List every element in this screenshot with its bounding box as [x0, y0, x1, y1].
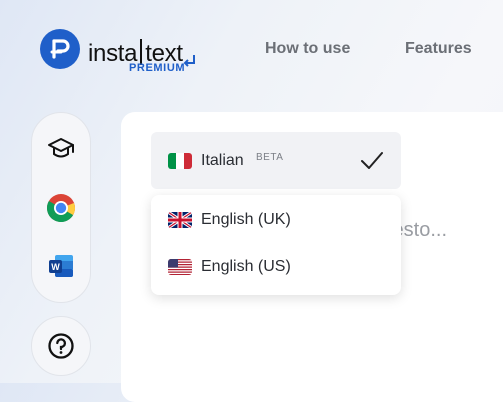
uk-flag-icon	[168, 212, 192, 228]
help-button[interactable]	[31, 316, 91, 376]
logo-tier-badge: PREMIUM	[129, 62, 186, 74]
graduation-cap-icon[interactable]	[46, 134, 76, 164]
help-icon	[48, 333, 74, 359]
selected-language-label: Italian	[201, 152, 244, 169]
nav-features[interactable]: Features	[405, 40, 472, 58]
language-option-en-uk[interactable]: English (UK)	[201, 211, 291, 229]
language-option-en-us[interactable]: English (US)	[201, 258, 291, 276]
brand-logo[interactable]: insta text PREMIUM	[40, 29, 195, 74]
italy-flag-icon	[168, 153, 192, 169]
us-flag-icon	[168, 259, 192, 275]
beta-badge: BETA	[256, 152, 284, 163]
check-icon	[361, 152, 383, 169]
chrome-icon[interactable]	[46, 193, 76, 223]
nav-how-to-use[interactable]: How to use	[265, 40, 350, 58]
language-dropdown	[151, 195, 401, 295]
logo-arrow-icon	[183, 55, 195, 67]
logo-mark-icon	[40, 29, 80, 69]
integrations-rail: W	[31, 112, 91, 303]
word-icon[interactable]: W	[46, 251, 76, 281]
svg-text:W: W	[51, 262, 60, 272]
